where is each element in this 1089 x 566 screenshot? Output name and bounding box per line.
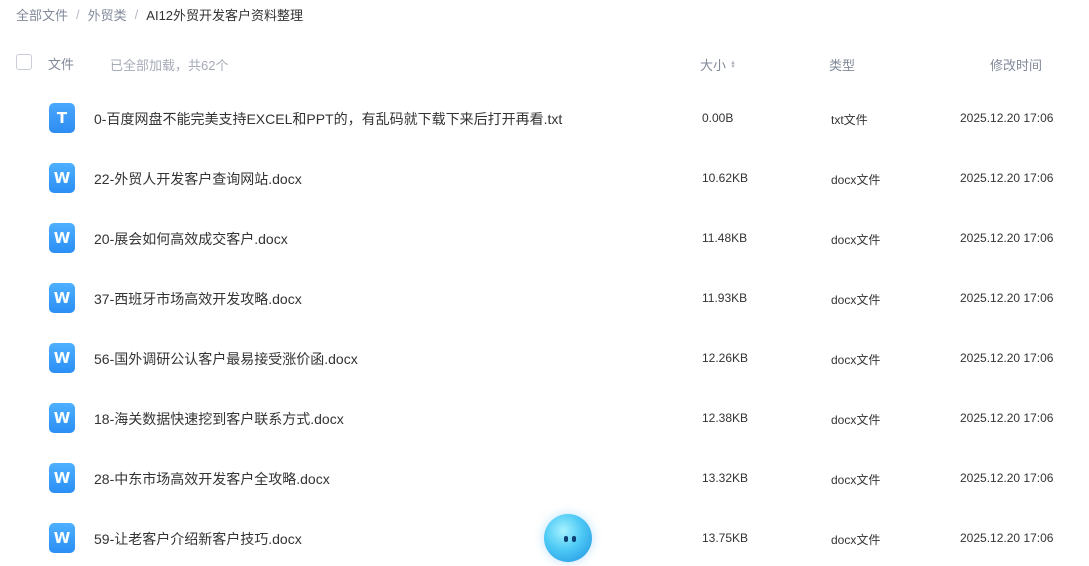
file-type: docx文件	[831, 533, 881, 547]
header-time-label: 修改时间	[990, 58, 1043, 73]
file-modified-time: 2025.12.20 17:06	[960, 291, 1054, 305]
docx-file-icon: W	[49, 463, 75, 493]
file-row[interactable]: W 56-国外调研公认客户最易接受涨价函.docx 12.26KB docx文件 202…	[0, 328, 1089, 388]
file-modified-time: 2025.12.20 17:06	[960, 111, 1054, 125]
file-type: docx文件	[831, 473, 881, 487]
file-modified-time: 2025.12.20 17:06	[960, 171, 1054, 185]
file-type: txt文件	[831, 113, 868, 127]
txt-file-icon: T	[49, 103, 75, 133]
docx-file-icon: W	[49, 223, 75, 253]
file-name[interactable]: 20-展会如何高效成交客户.docx	[94, 229, 288, 249]
file-row[interactable]: T 0-百度网盘不能完美支持EXCEL和PPT的，有乱码就下载下来后打开再看.tx…	[0, 88, 1089, 148]
file-type: docx文件	[831, 413, 881, 427]
header-type-label: 类型	[829, 58, 856, 73]
file-type: docx文件	[831, 173, 881, 187]
file-size: 0.00B	[702, 111, 734, 125]
file-row[interactable]: W 18-海关数据快速挖到客户联系方式.docx 12.38KB docx文件 2025…	[0, 388, 1089, 448]
file-size: 12.38KB	[702, 411, 749, 425]
file-size: 10.62KB	[702, 171, 749, 185]
file-size: 13.75KB	[702, 531, 749, 545]
file-size: 11.93KB	[702, 291, 748, 305]
file-modified-time: 2025.12.20 17:06	[960, 351, 1054, 365]
file-size: 13.32KB	[702, 471, 749, 485]
file-type: docx文件	[831, 233, 881, 247]
header-size-label: 大小	[700, 58, 727, 73]
docx-file-icon: W	[49, 163, 75, 193]
breadcrumb-current: AI12外贸开发客户资料整理	[146, 7, 304, 23]
file-list: T 0-百度网盘不能完美支持EXCEL和PPT的，有乱码就下载下来后打开再看.tx…	[0, 88, 1089, 566]
header-size-sort[interactable]: 大小 ▲ ▼	[700, 55, 736, 74]
file-modified-time: 2025.12.20 17:06	[960, 471, 1054, 485]
file-name[interactable]: 37-西班牙市场高效开发攻略.docx	[94, 289, 302, 309]
file-name[interactable]: 22-外贸人开发客户查询网站.docx	[94, 169, 302, 189]
file-modified-time: 2025.12.20 17:06	[960, 411, 1054, 425]
breadcrumb: 全部文件 / 外贸类 / AI12外贸开发客户资料整理	[16, 4, 303, 24]
file-modified-time: 2025.12.20 17:06	[960, 231, 1054, 245]
assistant-bubble-icon[interactable]	[544, 514, 592, 562]
docx-file-icon: W	[49, 523, 75, 553]
docx-file-icon: W	[49, 283, 75, 313]
file-row[interactable]: W 28-中东市场高效开发客户全攻略.docx 13.32KB docx文件 2025.…	[0, 448, 1089, 508]
header-file-label: 文件	[48, 57, 75, 72]
file-modified-time: 2025.12.20 17:06	[960, 531, 1054, 545]
assistant-eye-icon	[564, 536, 568, 542]
breadcrumb-separator: /	[76, 6, 80, 22]
file-size: 11.48KB	[702, 231, 748, 245]
breadcrumb-folder[interactable]: 外贸类	[88, 5, 127, 24]
file-name[interactable]: 0-百度网盘不能完美支持EXCEL和PPT的，有乱码就下载下来后打开再看.txt	[94, 109, 562, 129]
select-all-checkbox[interactable]	[16, 54, 32, 70]
file-type: docx文件	[831, 353, 881, 367]
breadcrumb-separator: /	[134, 6, 139, 22]
breadcrumb-all-files[interactable]: 全部文件	[16, 5, 68, 24]
file-size: 12.26KB	[702, 351, 749, 365]
file-name[interactable]: 28-中东市场高效开发客户全攻略.docx	[94, 469, 330, 489]
sort-icon: ▲ ▼	[730, 59, 736, 70]
file-row[interactable]: W 20-展会如何高效成交客户.docx 11.48KB docx文件 2025.12.…	[0, 208, 1089, 268]
docx-file-icon: W	[49, 343, 75, 373]
file-type: docx文件	[831, 293, 881, 307]
assistant-eye-icon	[572, 536, 576, 542]
file-list-header: 文件 已全部加载，共62个 大小 ▲ ▼ 类型 修改时间	[0, 48, 1089, 78]
file-name[interactable]: 56-国外调研公认客户最易接受涨价函.docx	[94, 349, 358, 369]
loaded-count-text: 已全部加载，共62个	[110, 58, 229, 73]
file-row[interactable]: W 22-外贸人开发客户查询网站.docx 10.62KB docx文件 2025.12…	[0, 148, 1089, 208]
file-name[interactable]: 59-让老客户介绍新客户技巧.docx	[94, 529, 302, 549]
file-name[interactable]: 18-海关数据快速挖到客户联系方式.docx	[94, 409, 344, 429]
docx-file-icon: W	[49, 403, 75, 433]
file-row[interactable]: W 37-西班牙市场高效开发攻略.docx 11.93KB docx文件 2025.12…	[0, 268, 1089, 328]
